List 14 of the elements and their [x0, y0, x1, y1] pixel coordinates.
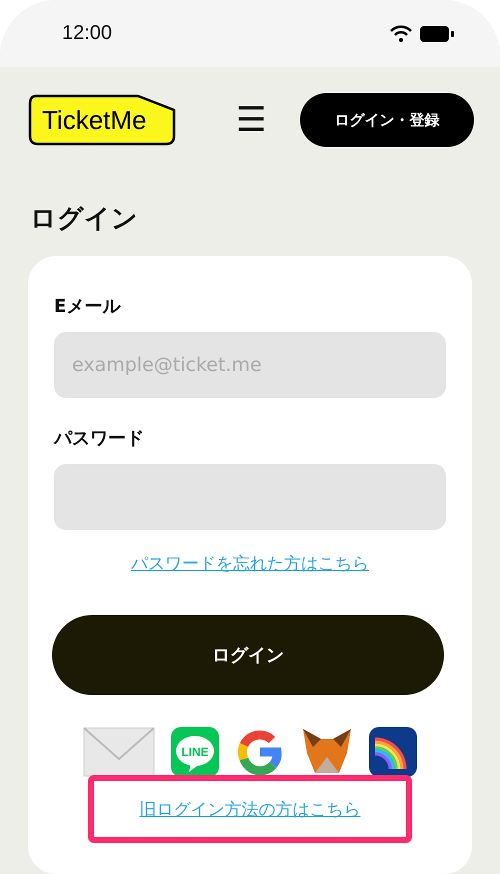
- field-label: Eメール: [54, 295, 122, 318]
- login-button[interactable]: ログイン: [52, 615, 444, 695]
- login-register-button[interactable]: ログイン・登録: [300, 93, 474, 147]
- field-label: パスワード: [54, 427, 145, 450]
- page-title: ログイン: [30, 203, 139, 236]
- status-time: 12:00: [62, 22, 112, 45]
- ticketme-logo[interactable]: TicketMe: [28, 94, 178, 146]
- menu-button[interactable]: ☰: [236, 103, 266, 137]
- envelope-icon[interactable]: [83, 727, 155, 777]
- input-field[interactable]: [54, 464, 446, 530]
- rainbow-app-icon[interactable]: [369, 727, 417, 777]
- battery-icon: [420, 24, 454, 42]
- wifi-icon: [390, 24, 412, 42]
- input-field[interactable]: example@ticket.me: [54, 332, 446, 398]
